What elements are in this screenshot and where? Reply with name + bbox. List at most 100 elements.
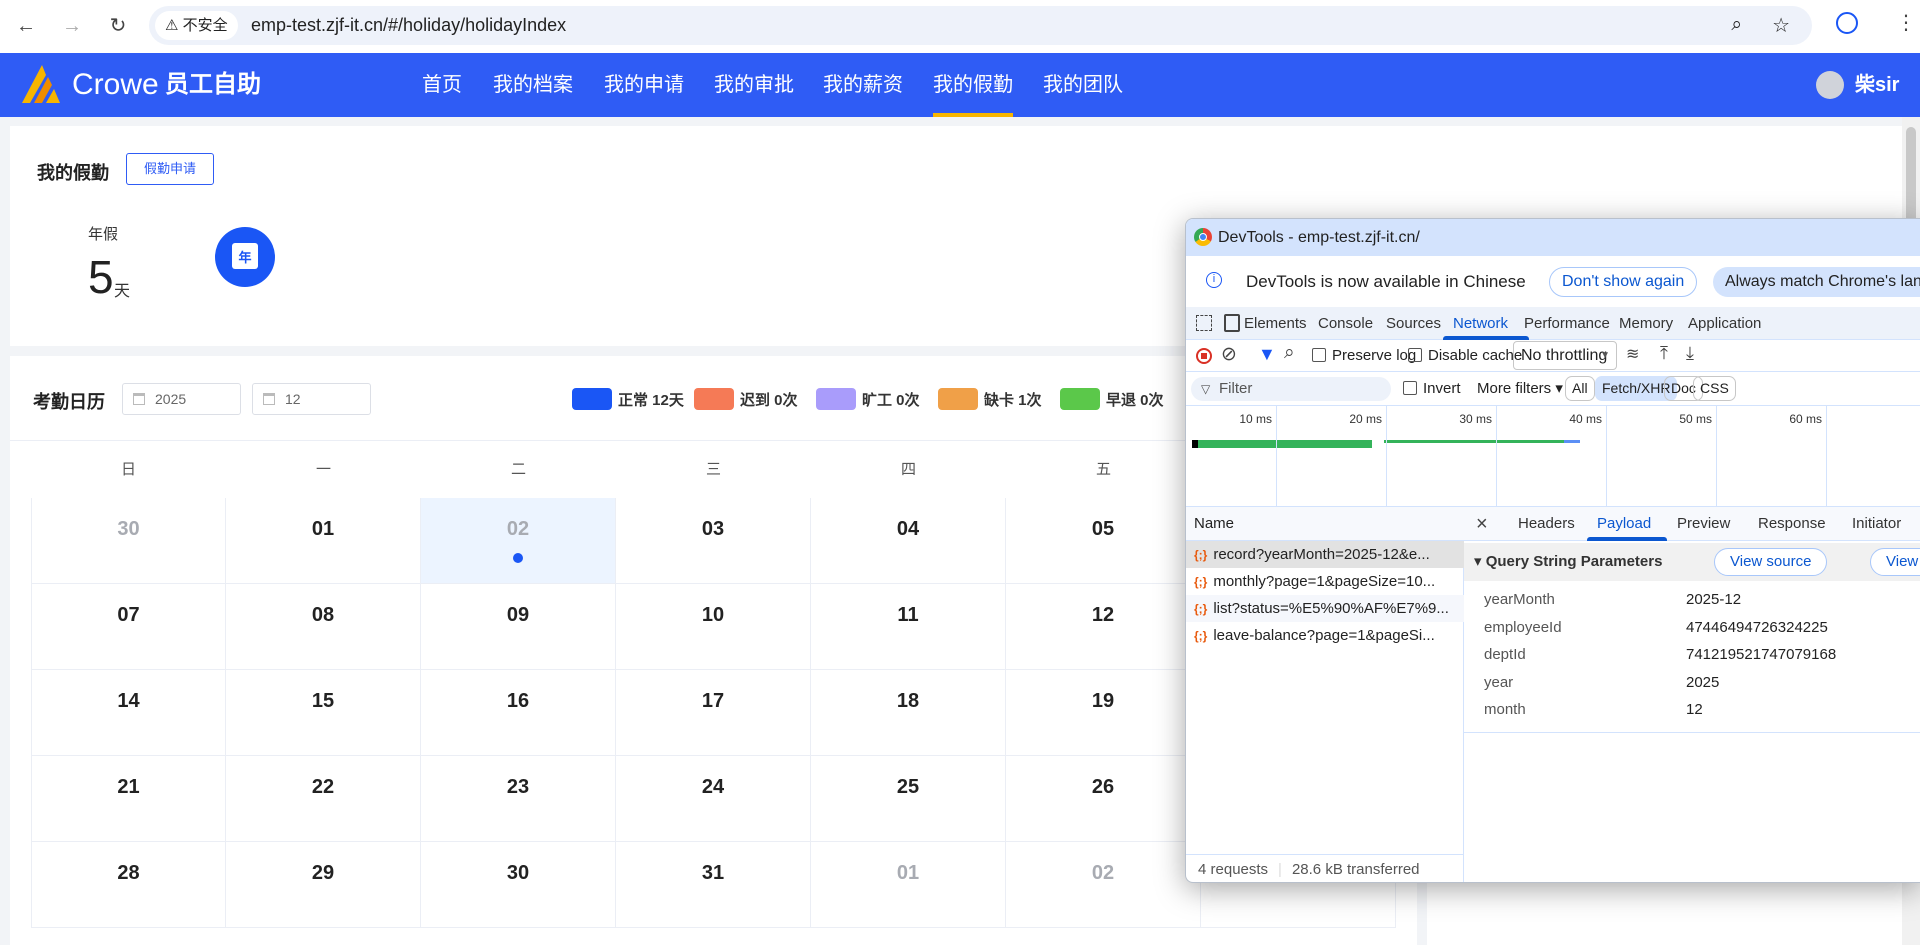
user-name[interactable]: 柴sir — [1855, 53, 1899, 117]
calendar-day[interactable]: 21 — [31, 756, 226, 842]
nav-team[interactable]: 我的团队 — [1043, 53, 1123, 117]
calendar-day[interactable]: 12 — [1006, 584, 1201, 670]
logo-text: Crowe — [72, 68, 159, 101]
calendar-day[interactable]: 24 — [616, 756, 811, 842]
view-source-button[interactable]: View source — [1714, 548, 1828, 576]
calendar-day[interactable]: 01 — [226, 498, 421, 584]
calendar-day[interactable]: 22 — [226, 756, 421, 842]
name-column-header[interactable]: Name — [1186, 507, 1464, 541]
calendar-day[interactable]: 09 — [421, 584, 616, 670]
always-match-language-button[interactable]: Always match Chrome's language — [1713, 267, 1920, 297]
browser-toolbar: ← → ↻ ⚠ 不安全 emp-test.zjf-it.cn/#/holiday… — [0, 0, 1920, 53]
back-icon[interactable]: ← — [12, 12, 40, 40]
detail-tab-preview[interactable]: Preview — [1677, 507, 1730, 541]
calendar-day[interactable]: 15 — [226, 670, 421, 756]
filter-input[interactable]: ▽ Filter — [1191, 377, 1391, 401]
filter-icon[interactable]: ▼ — [1258, 344, 1276, 365]
request-row[interactable]: {;} monthly?page=1&pageSize=10... — [1186, 568, 1464, 595]
detail-tab-initiator[interactable]: Initiator — [1852, 507, 1901, 541]
network-timeline[interactable]: 10 ms 20 ms 30 ms 40 ms 50 ms 60 ms — [1186, 406, 1920, 507]
timeline-tick: 20 ms — [1349, 412, 1382, 426]
import-har-icon[interactable]: ⤒ — [1660, 343, 1668, 364]
detail-tab-payload[interactable]: Payload — [1597, 507, 1651, 541]
filter-all[interactable]: All — [1565, 376, 1595, 401]
nav-home[interactable]: 首页 — [422, 53, 462, 117]
detail-tab-response[interactable]: Response — [1758, 507, 1826, 541]
month-picker[interactable]: 12 — [252, 383, 371, 415]
calendar-day[interactable]: 26 — [1006, 756, 1201, 842]
nav-profile[interactable]: 我的档案 — [493, 53, 573, 117]
year-picker[interactable]: 2025 — [122, 383, 241, 415]
close-icon[interactable]: × — [1476, 507, 1488, 541]
reload-icon[interactable]: ↻ — [104, 12, 132, 40]
disable-cache-checkbox[interactable]: Disable cache — [1408, 340, 1522, 372]
zoom-icon[interactable]: ⌕ — [1731, 14, 1742, 36]
detail-tab-headers[interactable]: Headers — [1518, 507, 1575, 541]
calendar-day[interactable]: 11 — [811, 584, 1006, 670]
record-stop-icon[interactable] — [1196, 348, 1212, 364]
calendar-day[interactable]: 01 — [811, 842, 1006, 928]
calendar-day[interactable]: 16 — [421, 670, 616, 756]
nav-salary[interactable]: 我的薪资 — [823, 53, 903, 117]
legend-swatch — [938, 388, 978, 410]
avatar[interactable] — [1816, 71, 1844, 99]
view-url-encoded-button[interactable]: View URL-encoded — [1870, 548, 1920, 576]
menu-icon[interactable]: ⋮ — [1896, 10, 1916, 35]
calendar-day[interactable]: 03 — [616, 498, 811, 584]
calendar-day[interactable]: 17 — [616, 670, 811, 756]
calendar-day[interactable]: 18 — [811, 670, 1006, 756]
calendar-day[interactable]: 14 — [31, 670, 226, 756]
throttling-select[interactable]: No throttling ▼ — [1513, 341, 1617, 370]
request-row[interactable]: {;} list?status=%E5%90%AF%E7%9... — [1186, 595, 1464, 622]
nav-approvals[interactable]: 我的审批 — [714, 53, 794, 117]
network-conditions-icon[interactable]: ≋ — [1626, 344, 1639, 364]
calendar-day[interactable]: 02 — [1006, 842, 1201, 928]
calendar-day[interactable]: 08 — [226, 584, 421, 670]
more-filters-dropdown[interactable]: More filters ▾ — [1477, 372, 1563, 406]
invert-checkbox[interactable]: Invert — [1403, 372, 1461, 406]
tab-elements[interactable]: Elements — [1244, 307, 1307, 340]
calendar-day[interactable]: 29 — [226, 842, 421, 928]
calendar-day[interactable]: 02 — [421, 498, 616, 584]
leave-apply-button[interactable]: 假勤申请 — [126, 153, 214, 185]
star-icon[interactable]: ☆ — [1772, 13, 1790, 38]
insecure-badge[interactable]: ⚠ 不安全 — [155, 11, 238, 40]
calendar-day[interactable]: 10 — [616, 584, 811, 670]
calendar-day[interactable]: 31 — [616, 842, 811, 928]
calendar-day[interactable]: 05 — [1006, 498, 1201, 584]
search-icon[interactable]: ⌕ — [1284, 342, 1295, 364]
tab-sources[interactable]: Sources — [1386, 307, 1441, 340]
nav-applications[interactable]: 我的申请 — [604, 53, 684, 117]
day-number: 04 — [896, 518, 920, 540]
forward-icon[interactable]: → — [58, 12, 86, 40]
tab-performance[interactable]: Performance — [1524, 307, 1610, 340]
export-har-icon[interactable]: ⤓ — [1686, 343, 1694, 364]
weekday-header: 一 — [315, 461, 331, 478]
filter-css[interactable]: CSS — [1693, 376, 1736, 401]
calendar-icon: 年 — [215, 227, 275, 287]
tab-memory[interactable]: Memory — [1619, 307, 1673, 340]
calendar-day[interactable]: 04 — [811, 498, 1006, 584]
calendar-day[interactable]: 30 — [31, 498, 226, 584]
timeline-gridline — [1716, 406, 1717, 506]
query-params-title[interactable]: ▾ Query String Parameters — [1474, 543, 1662, 581]
nav-leave[interactable]: 我的假勤 — [933, 53, 1013, 117]
calendar-day[interactable]: 19 — [1006, 670, 1201, 756]
tab-console[interactable]: Console — [1318, 307, 1373, 340]
calendar-day[interactable]: 30 — [421, 842, 616, 928]
profile-icon[interactable] — [1836, 12, 1858, 34]
inspect-element-icon[interactable] — [1196, 315, 1212, 331]
tab-application[interactable]: Application — [1688, 307, 1761, 340]
address-bar[interactable]: ⚠ 不安全 emp-test.zjf-it.cn/#/holiday/holid… — [149, 6, 1812, 45]
calendar-day[interactable]: 23 — [421, 756, 616, 842]
calendar-day[interactable]: 28 — [31, 842, 226, 928]
calendar-day[interactable]: 07 — [31, 584, 226, 670]
dont-show-again-button[interactable]: Don't show again — [1549, 267, 1698, 297]
request-row[interactable]: {;} leave-balance?page=1&pageSi... — [1186, 622, 1464, 649]
calendar-day[interactable]: 25 — [811, 756, 1006, 842]
device-toolbar-icon[interactable] — [1224, 314, 1240, 332]
url-text[interactable]: emp-test.zjf-it.cn/#/holiday/holidayInde… — [251, 6, 566, 45]
preserve-log-checkbox[interactable]: Preserve log — [1312, 340, 1416, 372]
clear-icon[interactable]: ⊘ — [1221, 343, 1237, 366]
request-row[interactable]: {;} record?yearMonth=2025-12&e... — [1186, 541, 1464, 568]
